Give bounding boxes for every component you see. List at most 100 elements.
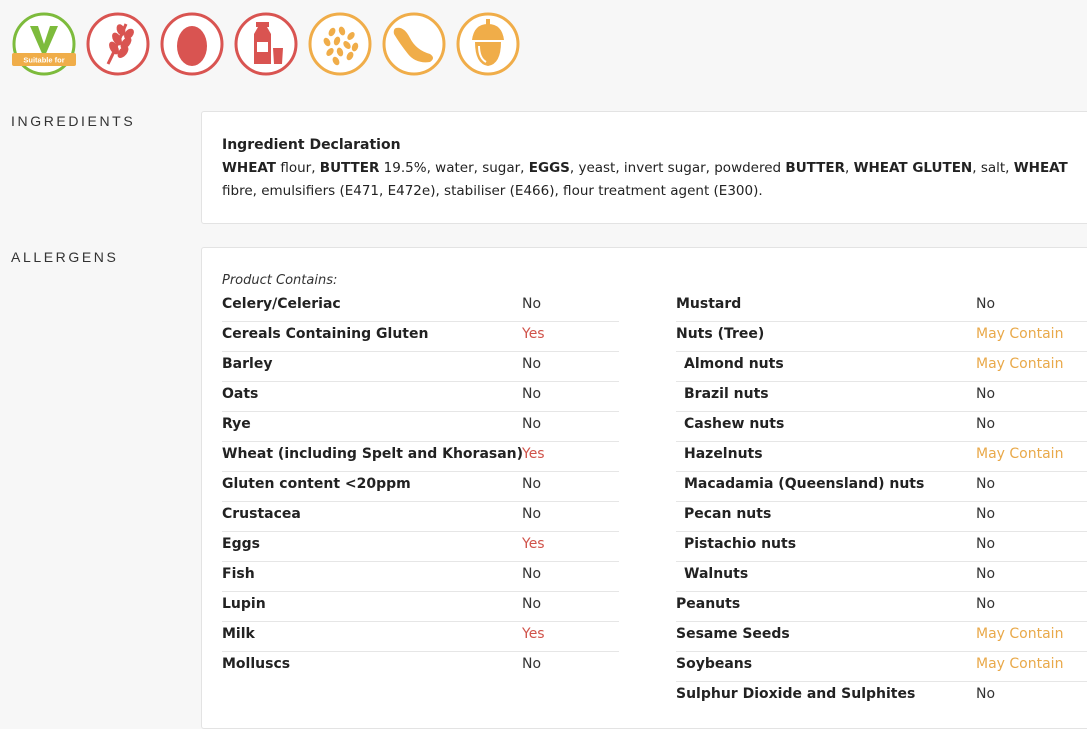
ingredient-declaration-text: WHEAT flour, BUTTER 19.5%, water, sugar,… (222, 157, 1082, 203)
ingredient-text: 19.5%, water, sugar, (379, 160, 529, 176)
allergen-name: Walnuts (684, 566, 749, 582)
allergen-row: Nuts (Tree) May Contain (676, 322, 1087, 352)
allergen-name: Oats (222, 386, 259, 402)
allergen-name: Fish (222, 566, 255, 582)
allergen-ingredient: WHEAT (1013, 160, 1068, 176)
sesame-icon (308, 12, 372, 76)
allergen-name: Sulphur Dioxide and Sulphites (676, 686, 916, 702)
ingredient-text: , salt, (972, 160, 1014, 176)
svg-text:Suitable for: Suitable for (23, 56, 64, 65)
ingredient-text: fibre, emulsifiers (E471, E472e), stabil… (222, 183, 763, 199)
allergen-name: Barley (222, 356, 273, 372)
allergen-name: Wheat (including Spelt and Khorasan) (222, 446, 524, 462)
allergen-name: Milk (222, 626, 255, 642)
allergen-status: May Contain (976, 356, 1064, 372)
allergen-row: Crustacea No (222, 502, 619, 532)
cereals-gluten-icon (86, 12, 150, 76)
allergen-row: Soybeans May Contain (676, 652, 1087, 682)
allergen-status: No (522, 566, 542, 582)
allergen-row: Cereals Containing Gluten Yes (222, 322, 619, 352)
allergen-status: No (976, 566, 996, 582)
allergen-name: Molluscs (222, 656, 291, 672)
allergen-row: Walnuts No (676, 562, 1087, 592)
tree-nut-icon (456, 12, 520, 76)
allergen-status: No (522, 416, 542, 432)
allergen-list-left: Celery/Celeriac No Cereals Containing Glut… (222, 292, 619, 681)
allergen-name: Peanuts (676, 596, 741, 612)
ingredient-declaration-title: Ingredient Declaration (222, 137, 401, 153)
allergen-list-right: Mustard No Nuts (Tree) May Contain Almond nu… (676, 292, 1087, 711)
allergen-status: May Contain (976, 326, 1064, 342)
allergen-row: Sulphur Dioxide and Sulphites No (676, 682, 1087, 711)
allergen-status: May Contain (976, 626, 1064, 642)
ingredient-text: , (845, 160, 854, 176)
allergen-status: Yes (522, 446, 545, 462)
allergen-status: Yes (522, 326, 545, 342)
egg-icon (160, 12, 224, 76)
allergen-status: No (976, 596, 996, 612)
ingredients-heading: INGREDIENTS (11, 113, 136, 129)
allergen-status: No (522, 656, 542, 672)
allergen-status: No (976, 386, 996, 402)
allergen-ingredient: WHEAT (222, 160, 277, 176)
allergen-status: No (522, 476, 542, 492)
allergen-row: Macadamia (Queensland) nuts No (676, 472, 1087, 502)
allergen-name: Hazelnuts (684, 446, 763, 462)
allergen-name: Mustard (676, 296, 742, 312)
allergen-name: Cashew nuts (684, 416, 785, 432)
allergen-name: Lupin (222, 596, 266, 612)
allergen-status: No (976, 416, 996, 432)
allergen-status: Yes (522, 626, 545, 642)
allergen-row: Molluscs No (222, 652, 619, 681)
allergens-panel: Product Contains: Celery/Celeriac No Cerea… (201, 247, 1087, 729)
allergens-heading: ALLERGENS (11, 249, 119, 265)
allergen-name: Celery/Celeriac (222, 296, 341, 312)
allergen-row: Fish No (222, 562, 619, 592)
allergen-name: Almond nuts (684, 356, 784, 372)
allergen-status: No (522, 296, 542, 312)
allergen-status: No (522, 386, 542, 402)
allergen-ingredient: WHEAT GLUTEN (853, 160, 973, 176)
allergen-name: Brazil nuts (684, 386, 769, 402)
allergen-status: No (976, 506, 996, 522)
allergen-row: Eggs Yes (222, 532, 619, 562)
allergen-status: No (522, 356, 542, 372)
ingredients-panel: Ingredient Declaration WHEAT flour, BUTT… (201, 111, 1087, 224)
allergen-status: No (522, 506, 542, 522)
allergen-row: Celery/Celeriac No (222, 292, 619, 322)
soybean-icon (382, 12, 446, 76)
allergen-status: May Contain (976, 656, 1064, 672)
allergen-ingredient: BUTTER (785, 160, 846, 176)
allergen-row: Peanuts No (676, 592, 1087, 622)
allergen-name: Pecan nuts (684, 506, 772, 522)
allergen-name: Rye (222, 416, 251, 432)
allergen-status: No (976, 476, 996, 492)
ingredient-text: flour, (276, 160, 320, 176)
allergen-row: Lupin No (222, 592, 619, 622)
allergen-row: Barley No (222, 352, 619, 382)
allergen-status: No (976, 686, 996, 702)
allergen-row: Hazelnuts May Contain (676, 442, 1087, 472)
allergen-row: Sesame Seeds May Contain (676, 622, 1087, 652)
allergen-name: Eggs (222, 536, 260, 552)
allergen-row: Rye No (222, 412, 619, 442)
allergen-row: Mustard No (676, 292, 1087, 322)
allergen-name: Sesame Seeds (676, 626, 790, 642)
allergen-row: Pecan nuts No (676, 502, 1087, 532)
allergen-name: Soybeans (676, 656, 753, 672)
allergen-name: Crustacea (222, 506, 301, 522)
allergen-name: Pistachio nuts (684, 536, 797, 552)
allergen-row: Wheat (including Spelt and Khorasan) Yes (222, 442, 619, 472)
allergen-row: Pistachio nuts No (676, 532, 1087, 562)
product-contains-label: Product Contains: (222, 273, 338, 288)
allergen-row: Milk Yes (222, 622, 619, 652)
allergen-ingredient: BUTTER (319, 160, 380, 176)
allergen-row: Cashew nuts No (676, 412, 1087, 442)
vegetarian-icon: Suitable for (12, 12, 76, 76)
allergen-name: Gluten content <20ppm (222, 476, 411, 492)
allergen-status: May Contain (976, 446, 1064, 462)
allergen-status: No (522, 596, 542, 612)
allergen-status: Yes (522, 536, 545, 552)
allergen-row: Oats No (222, 382, 619, 412)
allergen-row: Brazil nuts No (676, 382, 1087, 412)
